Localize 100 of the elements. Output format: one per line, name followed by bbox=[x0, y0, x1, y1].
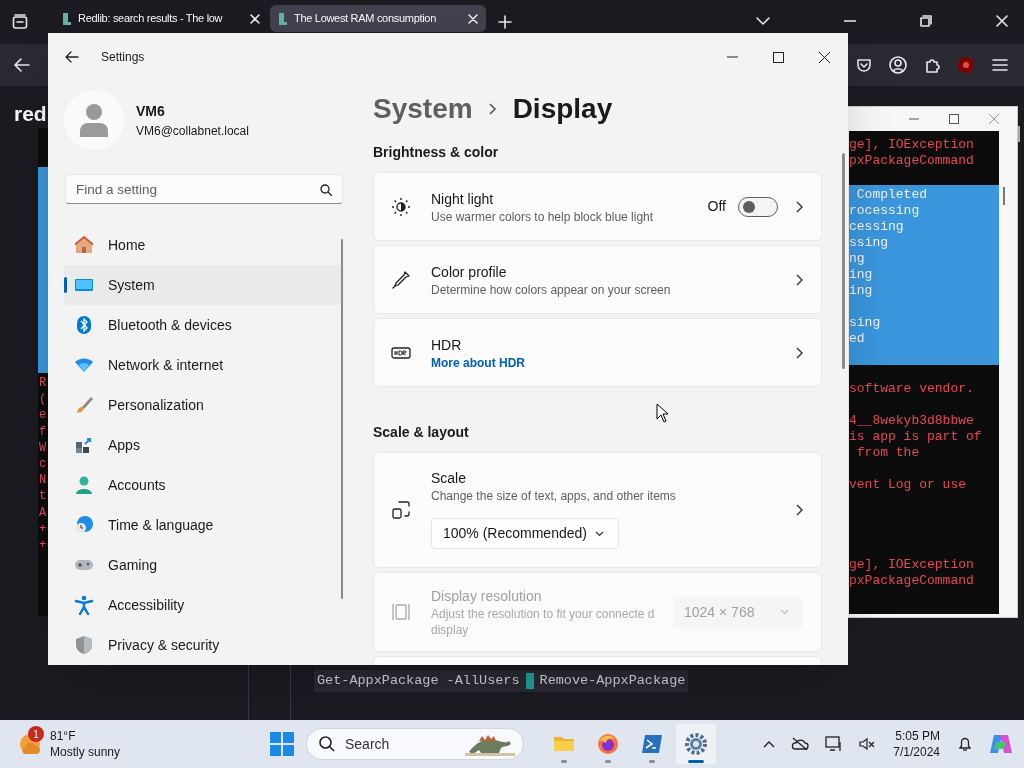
link[interactable]: More about HDR bbox=[431, 354, 778, 371]
terminal-text: is app is part of bbox=[849, 429, 983, 445]
menu-icon[interactable] bbox=[992, 58, 1008, 72]
terminal-text: software vendor. bbox=[849, 381, 975, 397]
mouse-cursor-icon bbox=[656, 403, 669, 423]
globe-clock-icon bbox=[74, 515, 94, 535]
puzzle-icon[interactable] bbox=[924, 57, 940, 73]
terminal-text: t bbox=[39, 488, 47, 505]
taskbar-app[interactable] bbox=[676, 724, 716, 764]
terminal-text: ed bbox=[849, 331, 866, 347]
search-field[interactable]: Find a setting bbox=[65, 174, 343, 204]
nav-item[interactable]: Personalization bbox=[64, 385, 342, 425]
scrollbar-thumb[interactable] bbox=[842, 153, 845, 369]
setting-card[interactable]: HDR More about HDR bbox=[373, 318, 822, 387]
bluetooth-icon bbox=[74, 315, 94, 335]
shield-extension-icon[interactable] bbox=[957, 56, 975, 74]
terminal-text: from the bbox=[855, 445, 921, 461]
terminal-text: + bbox=[39, 537, 47, 554]
chevron-right-icon bbox=[796, 273, 803, 286]
terminal-text: pxPackageCommand bbox=[849, 573, 975, 589]
terminal-text: e bbox=[39, 407, 47, 424]
shield-icon bbox=[74, 635, 94, 655]
user-name: VM6 bbox=[136, 101, 166, 121]
page-title: Display bbox=[512, 92, 613, 126]
toggle-switch[interactable] bbox=[738, 196, 778, 217]
scrollbar-thumb[interactable] bbox=[1018, 126, 1020, 142]
nav-item[interactable]: Gaming bbox=[64, 545, 342, 585]
account-icon[interactable] bbox=[889, 56, 907, 74]
terminal-text: ( bbox=[39, 391, 47, 408]
terminal-text: A bbox=[39, 504, 47, 521]
setting-card[interactable]: Color profile Determine how colors appear on your screen bbox=[373, 245, 822, 314]
restore-icon[interactable] bbox=[920, 15, 932, 27]
breadcrumb-link[interactable]: System bbox=[373, 88, 473, 130]
scrollbar-thumb[interactable] bbox=[341, 239, 343, 599]
home-icon bbox=[74, 235, 94, 255]
terminal-text: ing bbox=[849, 267, 874, 283]
section-title: Scale & layout bbox=[373, 423, 470, 442]
maximize-icon[interactable] bbox=[949, 114, 959, 124]
accessibility-icon bbox=[74, 595, 94, 615]
brush-icon bbox=[74, 395, 94, 415]
bell-icon[interactable] bbox=[958, 736, 972, 752]
scrollbar-thumb[interactable] bbox=[1003, 187, 1005, 205]
chevron-up-icon[interactable] bbox=[763, 740, 776, 748]
scale-icon bbox=[391, 500, 411, 520]
chevron-down-icon[interactable] bbox=[756, 17, 770, 25]
selection-indicator bbox=[64, 277, 67, 293]
window-title: Settings bbox=[101, 49, 145, 66]
setting-description: Change the size of text, apps, and other items bbox=[431, 488, 677, 504]
dropdown[interactable]: 100% (Recommended) bbox=[431, 518, 619, 549]
terminal-text: R bbox=[39, 375, 47, 392]
chevron-right-icon bbox=[796, 346, 803, 359]
setting-card[interactable]: Scale Change the size of text, apps, and other items 100% (Recommended) bbox=[373, 452, 822, 568]
section-title: Brightness & color bbox=[373, 143, 500, 162]
setting-description: Adjust the resolution to fit your connecte d display bbox=[431, 606, 656, 638]
terminal-text: rocessing bbox=[849, 203, 921, 219]
nav-item[interactable]: Time & language bbox=[64, 505, 342, 545]
terminal-text: ssing bbox=[849, 235, 889, 251]
code-snippet: Get-AppxPackage -AllUsers Remove-AppxPackage bbox=[314, 670, 689, 692]
terminal-text: ge], IOException bbox=[849, 557, 975, 573]
nav-item[interactable]: Home bbox=[64, 225, 342, 265]
terminal-text: vent Log or use bbox=[849, 477, 968, 493]
clock[interactable]: 5:05 PM 7/1/2024 bbox=[891, 728, 942, 760]
page-icon bbox=[62, 11, 72, 26]
nav-item[interactable]: Privacy & security bbox=[64, 625, 342, 665]
nav-item[interactable]: Bluetooth & devices bbox=[64, 305, 342, 345]
copilot-icon[interactable] bbox=[988, 732, 1012, 756]
network-icon[interactable] bbox=[825, 736, 844, 752]
apps-icon bbox=[74, 435, 94, 455]
pocket-icon[interactable] bbox=[856, 57, 872, 73]
chevron-right-icon bbox=[796, 200, 803, 213]
search-icon[interactable] bbox=[320, 184, 332, 196]
setting-card[interactable]: Night light Use warmer colors to help block blue light Off bbox=[373, 172, 822, 241]
toggle-label: Off bbox=[707, 197, 726, 216]
dropdown: 1024 × 768 bbox=[673, 596, 803, 628]
chevron-down-icon bbox=[780, 609, 789, 615]
setting-title: Night light bbox=[431, 189, 495, 209]
maximize-icon[interactable] bbox=[773, 51, 784, 63]
setting-description: Use warmer colors to help block blue light bbox=[431, 208, 655, 225]
dropper-icon bbox=[391, 269, 411, 290]
new-tab-icon[interactable] bbox=[498, 15, 512, 29]
windows-logo-icon[interactable] bbox=[270, 732, 294, 756]
nav-item[interactable]: Accessibility bbox=[64, 585, 342, 625]
temperature: 81°F bbox=[50, 728, 77, 744]
browser-tab[interactable]: The Lowest RAM consumption bbox=[270, 5, 486, 32]
close-icon[interactable] bbox=[819, 51, 830, 63]
search-box[interactable]: Search bbox=[306, 728, 524, 760]
terminal-text: Completed bbox=[855, 187, 928, 203]
nav-item[interactable]: Network & internet bbox=[64, 345, 342, 385]
nav-item[interactable]: System bbox=[64, 265, 342, 305]
chevron-down-icon bbox=[595, 530, 604, 537]
powershell-icon bbox=[640, 732, 664, 756]
browser-tab[interactable]: Redlib: search results - The low bbox=[54, 5, 268, 32]
back-arrow-icon[interactable] bbox=[65, 51, 79, 63]
nav-item[interactable]: Accounts bbox=[64, 465, 342, 505]
user-email: VM6@collabnet.local bbox=[136, 122, 249, 140]
nav-item[interactable]: Apps bbox=[64, 425, 342, 465]
terminal-text: N bbox=[39, 472, 47, 489]
volume-muted-icon[interactable] bbox=[859, 737, 876, 751]
tab-list-icon[interactable] bbox=[12, 14, 28, 30]
cloud-off-icon[interactable] bbox=[791, 737, 810, 751]
